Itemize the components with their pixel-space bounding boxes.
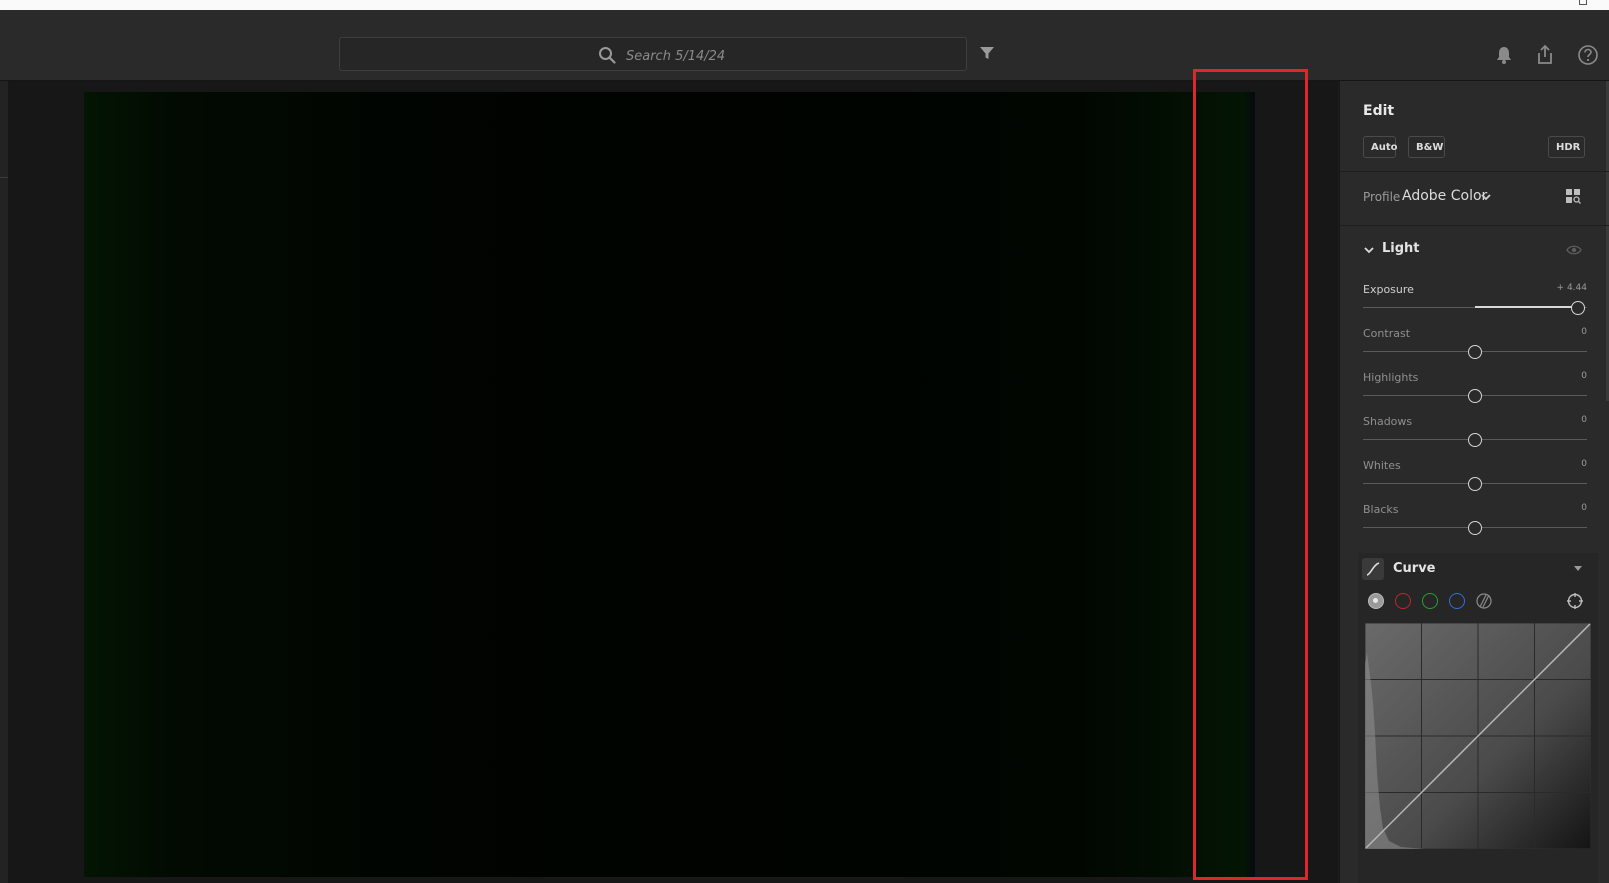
divider [1340, 171, 1609, 172]
slider-value[interactable]: 0 [1581, 459, 1587, 469]
slider-highlights[interactable]: Highlights 0 [1363, 371, 1587, 411]
target-adjust-icon[interactable] [1566, 592, 1584, 610]
search-box[interactable] [339, 37, 967, 71]
slider-thumb[interactable] [1468, 477, 1482, 491]
slider-whites[interactable]: Whites 0 [1363, 459, 1587, 499]
curve-tool-icon[interactable] [1362, 558, 1384, 580]
channel-green-icon[interactable] [1422, 593, 1438, 609]
light-section-header[interactable]: Light [1360, 240, 1590, 260]
top-toolbar [0, 10, 1609, 81]
window-control-icon[interactable] [1579, 0, 1587, 5]
edit-panel: Edit Auto B&W HDR Profile Adobe Color Li… [1339, 81, 1609, 883]
edit-panel-title: Edit [1363, 103, 1395, 119]
slider-label: Highlights [1363, 371, 1419, 384]
divider [1340, 225, 1609, 226]
bw-button[interactable]: B&W [1408, 136, 1445, 158]
slider-thumb[interactable] [1468, 345, 1482, 359]
slider-label: Shadows [1363, 415, 1413, 428]
filter-funnel-icon[interactable] [979, 45, 995, 61]
profile-browser-icon[interactable] [1564, 187, 1582, 205]
highlight-annotation [1193, 69, 1308, 880]
slider-value[interactable]: + 4.44 [1557, 283, 1587, 293]
photo-canvas [9, 81, 1338, 883]
slider-label: Blacks [1363, 503, 1399, 516]
slider-thumb[interactable] [1468, 521, 1482, 535]
chevron-down-icon[interactable] [1480, 191, 1492, 203]
slider-fill [1475, 306, 1579, 308]
light-section-title: Light [1382, 241, 1420, 256]
curve-section: Curve [1358, 553, 1598, 883]
chevron-down-icon [1364, 247, 1374, 254]
slider-blacks[interactable]: Blacks 0 [1363, 503, 1587, 543]
slider-label: Exposure [1363, 283, 1414, 296]
slider-value[interactable]: 0 [1581, 371, 1587, 381]
slider-thumb[interactable] [1571, 301, 1586, 315]
profile-dropdown[interactable]: Adobe Color [1402, 188, 1487, 204]
channel-point-curve-icon[interactable] [1368, 593, 1384, 609]
bell-icon[interactable] [1495, 45, 1513, 65]
slider-label: Whites [1363, 459, 1401, 472]
auto-button[interactable]: Auto [1363, 136, 1398, 158]
share-icon[interactable] [1535, 44, 1555, 66]
channel-red-icon[interactable] [1395, 593, 1411, 609]
hdr-button[interactable]: HDR [1548, 136, 1585, 158]
slider-label: Contrast [1363, 327, 1411, 340]
slider-value[interactable]: 0 [1581, 503, 1587, 513]
slider-contrast[interactable]: Contrast 0 [1363, 327, 1587, 367]
photo-preview[interactable] [84, 92, 1255, 877]
slider-exposure[interactable]: Exposure + 4.44 [1363, 283, 1587, 323]
channel-blue-icon[interactable] [1449, 593, 1465, 609]
window-top-strip [0, 0, 1609, 10]
parametric-curve-icon[interactable] [1476, 593, 1492, 609]
help-icon[interactable] [1577, 44, 1599, 66]
sidebar-divider [0, 177, 8, 178]
search-icon [599, 47, 616, 64]
slider-thumb[interactable] [1468, 433, 1482, 447]
curve-section-title: Curve [1393, 561, 1436, 576]
slider-thumb[interactable] [1468, 389, 1482, 403]
slider-shadows[interactable]: Shadows 0 [1363, 415, 1587, 455]
eye-icon[interactable] [1566, 243, 1582, 257]
caret-down-icon[interactable] [1573, 565, 1583, 573]
left-sidebar-edge[interactable] [0, 81, 9, 883]
slider-value[interactable]: 0 [1581, 415, 1587, 425]
profile-label: Profile [1363, 190, 1401, 204]
search-input[interactable] [624, 44, 928, 68]
slider-value[interactable]: 0 [1581, 327, 1587, 337]
tone-curve-graph[interactable] [1365, 623, 1591, 849]
